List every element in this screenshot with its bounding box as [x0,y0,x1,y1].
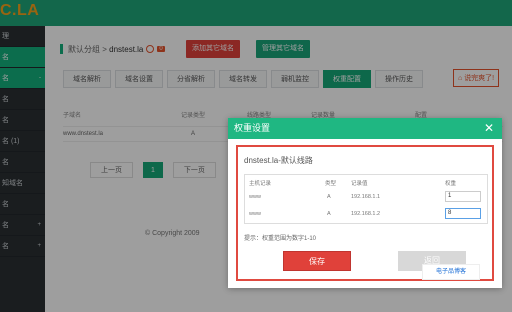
row-type: A [327,194,331,200]
watermark: 电子品博客 [422,264,480,280]
column-header: 权重 [445,181,457,187]
column-header: 记录值 [351,181,368,187]
weight-input[interactable]: 8 [445,208,481,219]
row-type: A [327,211,331,217]
dialog-body: dnstest.la-默认线路 主机记录 类型 记录值 权重 www A 192… [236,145,494,281]
row-host: www [249,211,261,217]
row-host: www [249,194,261,200]
column-header: 类型 [325,181,337,187]
row-value: 192.168.1.1 [351,194,381,200]
weight-input[interactable]: 1 [445,191,481,202]
column-header: 主机记录 [249,181,272,187]
save-button[interactable]: 保存 [283,251,351,271]
row-value: 192.168.1.2 [351,211,381,217]
dialog-title: 权重设置 [234,123,271,133]
weight-table: 主机记录 类型 记录值 权重 www A 192.168.1.1 1 www A… [244,174,488,224]
dialog-header: 权重设置 ✕ [228,118,502,139]
hint-text: 提示：权重范围为数字1-10 [244,236,317,242]
weight-settings-dialog: 权重设置 ✕ dnstest.la-默认线路 主机记录 类型 记录值 权重 ww… [228,118,502,288]
close-icon[interactable]: ✕ [484,118,494,139]
dialog-subtitle: dnstest.la-默认线路 [244,156,313,165]
